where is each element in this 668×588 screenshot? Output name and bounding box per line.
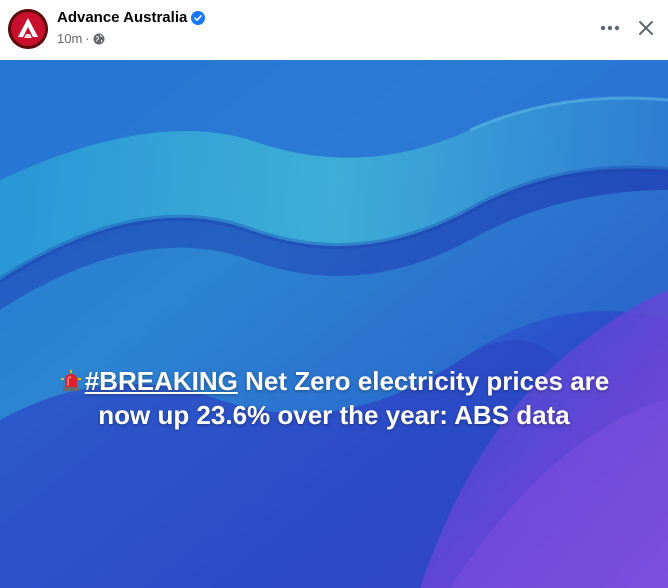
caption-line-1-text: Net Zero electricity prices are [237, 366, 610, 396]
post-header: Advance Australia 10m · [0, 0, 668, 60]
close-button[interactable] [630, 12, 662, 44]
caption-line-2: now up 23.6% over the year: ABS data [98, 400, 570, 430]
caption-line-1: #BREAKING Net Zero electricity prices ar… [0, 364, 668, 398]
advance-australia-logo-icon [8, 9, 48, 49]
name-row: Advance Australia [57, 9, 206, 26]
page-avatar[interactable] [8, 9, 48, 49]
post-timestamp[interactable]: 10m [57, 31, 82, 46]
breaking-hashtag-link[interactable]: #BREAKING [85, 366, 238, 396]
image-caption: #BREAKING Net Zero electricity prices ar… [0, 364, 668, 432]
siren-emoji-icon [59, 367, 83, 391]
globe-icon[interactable] [93, 33, 105, 45]
post-image[interactable]: #BREAKING Net Zero electricity prices ar… [0, 60, 668, 588]
verified-badge-icon [191, 10, 206, 25]
meta-separator: · [85, 31, 90, 46]
more-options-icon [600, 25, 620, 31]
post-meta: 10m · [57, 31, 105, 46]
abstract-wave-background [0, 60, 668, 588]
facebook-post: Advance Australia 10m · #BREAKING Net Ze… [0, 0, 668, 588]
more-options-button[interactable] [594, 14, 626, 42]
page-name[interactable]: Advance Australia [57, 9, 187, 26]
close-icon [639, 21, 653, 35]
